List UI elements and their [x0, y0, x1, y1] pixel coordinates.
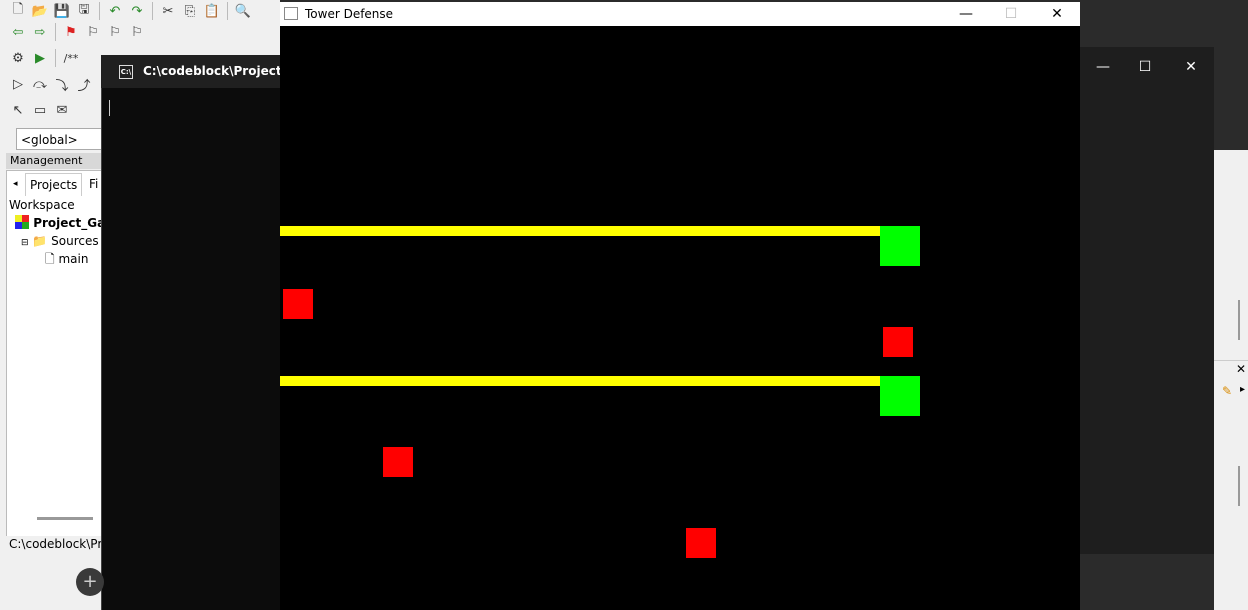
scrollbar[interactable] — [1238, 466, 1240, 506]
folder-icon: 📁 — [32, 234, 48, 248]
toolbar-file: 🗋 📂 💾 🖫 ↶ ↷ ✂ ⎘ 📋 🔍 — [8, 0, 253, 22]
scroll-right-icon[interactable]: ▸ — [1240, 384, 1245, 395]
console-icon: C:\ — [119, 65, 133, 79]
enemy — [883, 327, 913, 357]
text-cursor — [109, 100, 110, 116]
console-window — [101, 55, 281, 610]
scrollbar[interactable] — [1238, 300, 1240, 340]
back-icon[interactable]: ⇦ — [8, 22, 28, 42]
debug-run-icon[interactable]: ▷ — [8, 74, 28, 94]
window-icon — [284, 7, 298, 20]
rectangle-icon[interactable]: ▭ — [30, 100, 50, 120]
close-icon[interactable]: ✕ — [1168, 55, 1214, 79]
panel-scrollbar[interactable] — [37, 517, 93, 520]
maximize-icon[interactable]: ☐ — [1122, 55, 1168, 79]
build-icon[interactable]: ⚙ — [8, 48, 28, 68]
copy-icon[interactable]: ⎘ — [180, 1, 200, 21]
tab-files[interactable]: Fi — [85, 173, 102, 195]
maximize-icon[interactable]: ☐ — [988, 2, 1034, 26]
game-canvas[interactable] — [280, 26, 1080, 610]
mail-icon[interactable]: ✉ — [52, 100, 72, 120]
enemy — [686, 528, 716, 558]
collapse-icon[interactable]: ⊟ — [21, 238, 29, 248]
tree-workspace-label: Workspace — [9, 198, 75, 212]
tree-sources[interactable]: ⊟ 📁 Sources — [21, 233, 99, 251]
management-panel: ◂ Projects Fi Workspace Project_Gar ⊟ 📁 … — [6, 170, 111, 540]
tree-file-label: main — [58, 252, 89, 266]
toolbar-build: ⚙ ▶ /** — [8, 47, 81, 69]
background-window: — ☐ ✕ — [1080, 47, 1214, 554]
toolbar-debug: ▷ ⤼ ⤵ ⤴ — [8, 73, 94, 95]
open-folder-icon[interactable]: 📂 — [30, 1, 50, 21]
tree-file[interactable]: 🗋 main — [45, 251, 88, 267]
toolbar-nav: ⇦ ⇨ ⚑ ⚐ ⚐ ⚐ — [8, 21, 147, 43]
forward-icon[interactable]: ⇨ — [30, 22, 50, 42]
management-panel-title: Management — [6, 153, 106, 169]
minimize-icon[interactable]: — — [943, 2, 989, 26]
cut-icon[interactable]: ✂ — [158, 1, 178, 21]
undo-icon[interactable]: ↶ — [105, 1, 125, 21]
step-into-icon[interactable]: ⤵ — [52, 74, 72, 94]
save-icon[interactable]: 💾 — [52, 1, 72, 21]
tower-beam — [280, 226, 885, 236]
save-all-icon[interactable]: 🖫 — [74, 1, 94, 21]
tab-projects[interactable]: Projects — [25, 173, 83, 196]
background-window-side: ✕ ✎ ▸ — [1214, 150, 1248, 610]
file-icon: 🗋 — [45, 252, 55, 266]
doxygen-comment-icon[interactable]: /** — [61, 48, 81, 68]
build-run-icon[interactable]: ▶ — [30, 48, 50, 68]
tower-defense-title-bar: Tower Defense — ☐ ✕ — [280, 2, 1080, 27]
bookmark-prev-icon[interactable]: ⚐ — [83, 22, 103, 42]
edit-icon[interactable]: ✎ — [1222, 384, 1232, 398]
tree-sources-label: Sources — [51, 234, 99, 248]
redo-icon[interactable]: ↷ — [127, 1, 147, 21]
window-title: Tower Defense — [305, 7, 394, 21]
tree-workspace[interactable]: Workspace — [9, 197, 75, 213]
new-file-icon[interactable]: 🗋 — [8, 1, 28, 21]
close-icon[interactable]: ✕ — [1034, 2, 1080, 26]
find-icon[interactable]: 🔍 — [233, 1, 253, 21]
tower — [880, 376, 920, 416]
pointer-icon[interactable]: ↖ — [8, 100, 28, 120]
bookmark-next-icon[interactable]: ⚐ — [105, 22, 125, 42]
minimize-icon[interactable]: — — [1080, 55, 1126, 79]
step-out-icon[interactable]: ⤴ — [74, 74, 94, 94]
bookmark-toggle-icon[interactable]: ⚑ — [61, 22, 81, 42]
enemy — [283, 289, 313, 319]
console-title-bar: C:\ C:\codeblock\Project_Ga — [101, 55, 306, 88]
close-icon[interactable]: ✕ — [1236, 362, 1246, 376]
bookmark-clear-icon[interactable]: ⚐ — [127, 22, 147, 42]
enemy — [383, 447, 413, 477]
status-path: C:\codeblock\Pro — [6, 536, 109, 552]
add-icon[interactable]: + — [76, 568, 104, 596]
tower — [880, 226, 920, 266]
tree-project[interactable]: Project_Gar — [15, 215, 111, 231]
scope-combo[interactable]: <global> — [16, 128, 102, 150]
paste-icon[interactable]: 📋 — [202, 1, 222, 21]
toolbar-tools: ↖ ▭ ✉ — [8, 99, 72, 121]
project-icon — [15, 215, 29, 229]
step-over-icon[interactable]: ⤼ — [30, 74, 50, 94]
tower-beam — [280, 376, 885, 386]
tree-project-label: Project_Gar — [33, 216, 112, 230]
